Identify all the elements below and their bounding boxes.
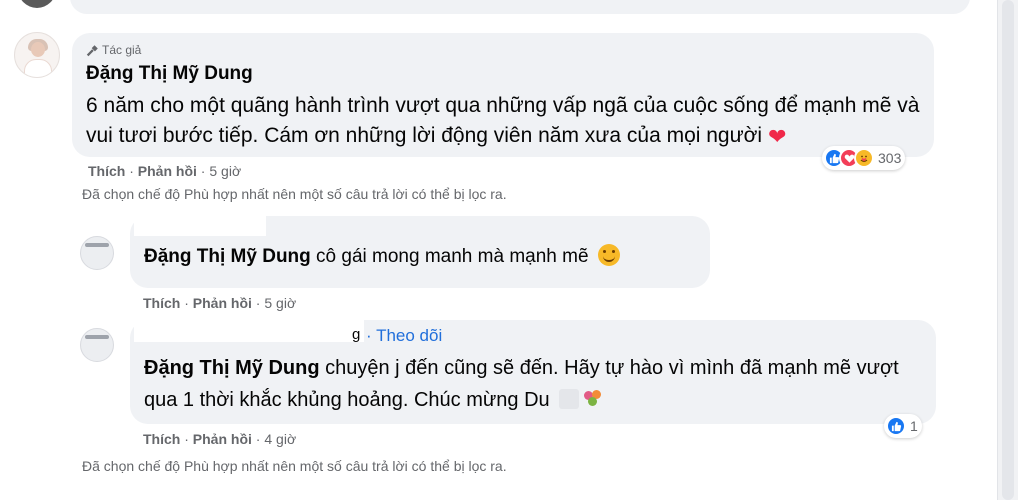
reply-author-name-fragment[interactable]: g <box>352 326 360 343</box>
reply-bubble: Đặng Thị Mỹ Dung cô gái mong manh mà mạn… <box>130 212 710 288</box>
author-avatar[interactable] <box>14 32 60 78</box>
avatar[interactable] <box>18 0 56 8</box>
scrollbar-thumb[interactable] <box>1002 0 1014 500</box>
redacted-name <box>134 316 364 342</box>
author-badge: Tác giả <box>86 43 141 57</box>
comment-actions: Thích · Phản hồi · 5 giờ <box>88 163 242 179</box>
follow-link[interactable]: · Theo dõi <box>366 326 442 346</box>
reply-timestamp[interactable]: 4 giờ <box>264 431 296 447</box>
reply-link[interactable]: Phản hồi <box>138 163 197 179</box>
mention-tag[interactable]: Đặng Thị Mỹ Dung <box>144 246 311 267</box>
reply-link[interactable]: Phản hồi <box>193 431 252 447</box>
mention-tag[interactable]: Đặng Thị Mỹ Dung <box>144 357 320 379</box>
reply-link[interactable]: Phản hồi <box>193 295 252 311</box>
reaction-count: 303 <box>878 150 902 166</box>
main-comment-bubble: Tác giả Đặng Thị Mỹ Dung 6 năm cho một q… <box>72 33 934 157</box>
like-link[interactable]: Thích <box>88 163 125 179</box>
comment-author-name[interactable]: Đặng Thị Mỹ Dung <box>86 63 253 85</box>
filter-notice: Đã chọn chế độ Phù hợp nhất nên một số c… <box>82 186 507 202</box>
reply-text: Đặng Thị Mỹ Dung chuyện j đến cũng sẽ đế… <box>144 357 899 411</box>
reply-timestamp[interactable]: 5 giờ <box>264 295 296 311</box>
like-reaction-icon <box>886 416 906 436</box>
like-link[interactable]: Thích <box>143 431 180 447</box>
reaction-count: 1 <box>910 418 918 434</box>
comment-text: 6 năm cho một quãng hành trình vượt qua … <box>86 91 926 152</box>
smiling-face-icon <box>597 244 620 266</box>
scrollbar[interactable] <box>997 0 1018 500</box>
reply-bubble: g · Theo dõi Đặng Thị Mỹ Dung chuyện j đ… <box>130 316 936 424</box>
previous-comment-bubble <box>70 0 970 14</box>
bouquet-icon <box>583 389 603 409</box>
reaction-summary[interactable]: 303 <box>822 146 906 170</box>
reaction-summary[interactable]: 1 <box>884 414 922 438</box>
red-heart-icon: ❤ <box>767 124 787 149</box>
filter-notice: Đã chọn chế độ Phù hợp nhất nên một số c… <box>82 458 507 474</box>
author-badge-label: Tác giả <box>102 43 142 57</box>
reply-avatar[interactable] <box>80 328 114 362</box>
care-reaction-icon <box>854 148 874 168</box>
microphone-icon <box>86 44 98 56</box>
reply-actions: Thích · Phản hồi · 5 giờ <box>143 295 297 311</box>
reply-actions: Thích · Phản hồi · 4 giờ <box>143 431 297 447</box>
people-hugging-icon <box>559 389 580 409</box>
reply-text: Đặng Thị Mỹ Dung cô gái mong manh mà mạn… <box>144 244 620 268</box>
reply-avatar[interactable] <box>80 236 114 270</box>
comment-timestamp[interactable]: 5 giờ <box>209 163 241 179</box>
redacted-name <box>134 212 266 236</box>
like-link[interactable]: Thích <box>143 295 180 311</box>
